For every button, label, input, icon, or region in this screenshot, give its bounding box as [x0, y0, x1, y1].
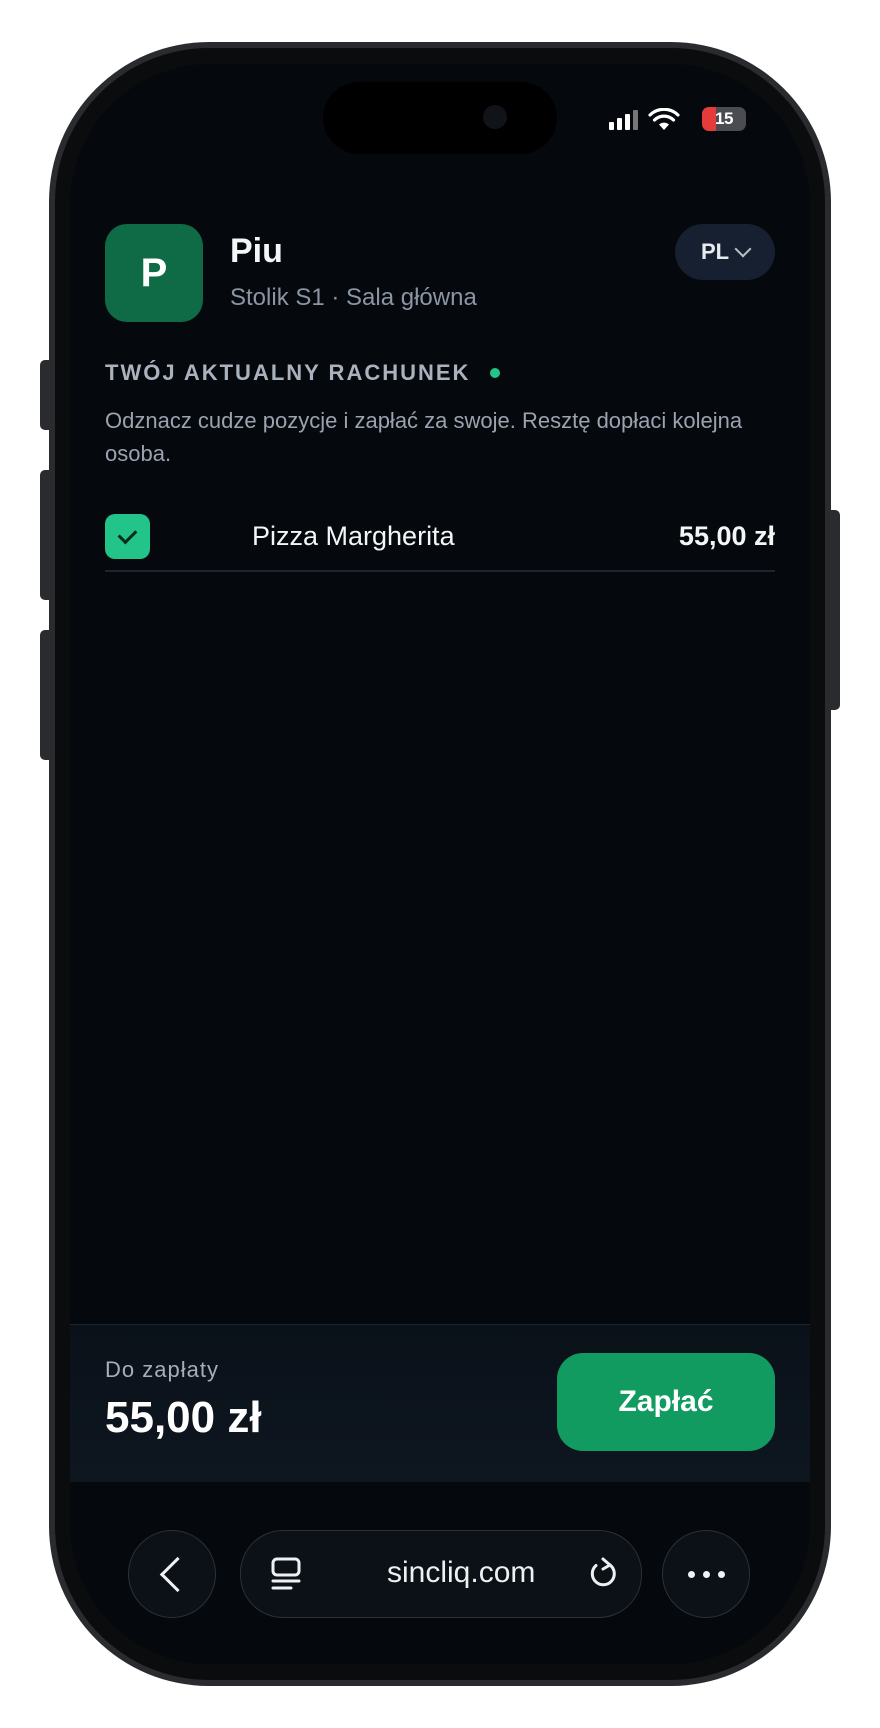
power-button: [828, 510, 840, 710]
venue-logo-letter: P: [140, 250, 168, 295]
venue-header: P Piu Stolik S1 · Sala główna PL: [105, 224, 775, 324]
address-bar[interactable]: sincliq.com: [240, 1530, 642, 1618]
battery-icon: 15: [702, 107, 746, 131]
action-button: [40, 360, 52, 430]
item-price: 55,00 zł: [678, 521, 775, 551]
more-options-button[interactable]: [662, 1530, 750, 1618]
screen: 15 P Piu Stolik S1 · Sala główna PL TWÓJ…: [70, 64, 810, 1664]
item-checkbox[interactable]: [105, 514, 150, 559]
status-bar: [609, 105, 680, 135]
bill-description: Odznacz cudze pozycje i zapłać za swoje.…: [105, 408, 743, 466]
dynamic-island: [323, 82, 557, 154]
battery-level: 15: [715, 109, 733, 128]
back-button[interactable]: [128, 1530, 216, 1618]
camera-icon: [483, 105, 507, 129]
pay-button[interactable]: Zapłać: [557, 1353, 775, 1451]
item-name: Pizza Margherita: [252, 521, 455, 551]
venue-name: Piu: [230, 232, 283, 270]
live-indicator-dot: [490, 368, 501, 378]
volume-up-button: [40, 470, 52, 600]
chevron-left-icon: [159, 1556, 195, 1592]
cellular-signal-icon: [609, 110, 638, 130]
url-text: sincliq.com: [387, 1556, 536, 1589]
bill-section-title: TWÓJ AKTUALNY RACHUNEK: [105, 360, 501, 386]
amount-due-label: Do zapłaty: [105, 1357, 219, 1382]
wifi-icon: [648, 108, 680, 130]
table-location: Stolik S1 · Sala główna: [230, 284, 477, 311]
browser-toolbar: sincliq.com: [70, 1482, 810, 1664]
volume-down-button: [40, 630, 52, 760]
checkmark-icon: [117, 524, 138, 545]
page-menu-icon[interactable]: [271, 1557, 301, 1591]
ellipsis-icon: [687, 1570, 725, 1578]
bill-title-text: TWÓJ AKTUALNY RACHUNEK: [105, 360, 471, 385]
language-selector[interactable]: PL: [675, 224, 775, 280]
reload-icon[interactable]: [587, 1556, 619, 1590]
bill-item-row[interactable]: Pizza Margherita 55,00 zł: [105, 508, 775, 572]
amount-due-value: 55,00 zł: [105, 1393, 262, 1442]
language-label: PL: [700, 239, 730, 264]
payment-bar: Do zapłaty 55,00 zł Zapłać: [70, 1324, 810, 1483]
chevron-down-icon: [734, 240, 752, 258]
venue-logo: P: [105, 224, 203, 322]
